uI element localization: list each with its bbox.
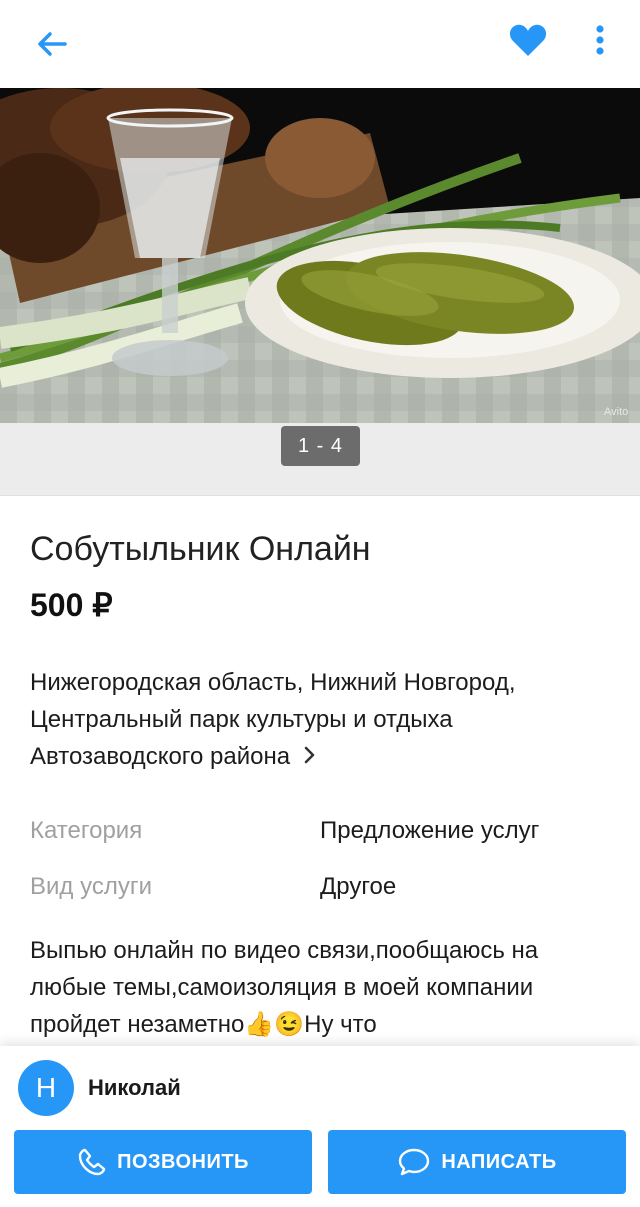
arrow-left-icon [38, 32, 67, 56]
listing-description: Выпью онлайн по видео связи,пообщаюсь на… [30, 937, 539, 1038]
listing-photo[interactable]: Avito [0, 88, 640, 423]
top-bar [0, 0, 640, 88]
favorite-button[interactable] [500, 16, 556, 64]
listing-title: Собутыльник Онлайн [30, 530, 371, 568]
call-button[interactable]: ПОЗВОНИТЬ [14, 1130, 312, 1194]
more-options-button[interactable] [582, 16, 618, 64]
photo-counter: 1 - 4 [281, 426, 360, 466]
chat-bubble-icon [399, 1148, 430, 1176]
seller-name[interactable]: Николай [88, 1075, 181, 1101]
heart-icon [509, 24, 547, 56]
param-label-category: Категория [30, 817, 143, 844]
param-label-service-type: Вид услуги [30, 873, 152, 900]
param-value-service-type: Другое [320, 873, 397, 900]
address-text: Нижегородская область, Нижний Новгород, … [30, 669, 516, 770]
more-vertical-icon [596, 25, 604, 55]
photo-watermark: Avito [604, 406, 628, 418]
write-button[interactable]: НАПИСАТЬ [328, 1130, 626, 1194]
write-button-label: НАПИСАТЬ [441, 1150, 557, 1173]
chevron-right-icon [304, 738, 316, 775]
avatar[interactable]: Н [18, 1060, 74, 1116]
back-button[interactable] [30, 22, 74, 66]
listing-price: 500 ₽ [30, 587, 113, 623]
call-button-label: ПОЗВОНИТЬ [117, 1150, 249, 1173]
listing-address-link[interactable]: Нижегородская область, Нижний Новгород, … [30, 664, 620, 775]
phone-icon [78, 1148, 106, 1176]
param-value-category: Предложение услуг [320, 817, 540, 844]
